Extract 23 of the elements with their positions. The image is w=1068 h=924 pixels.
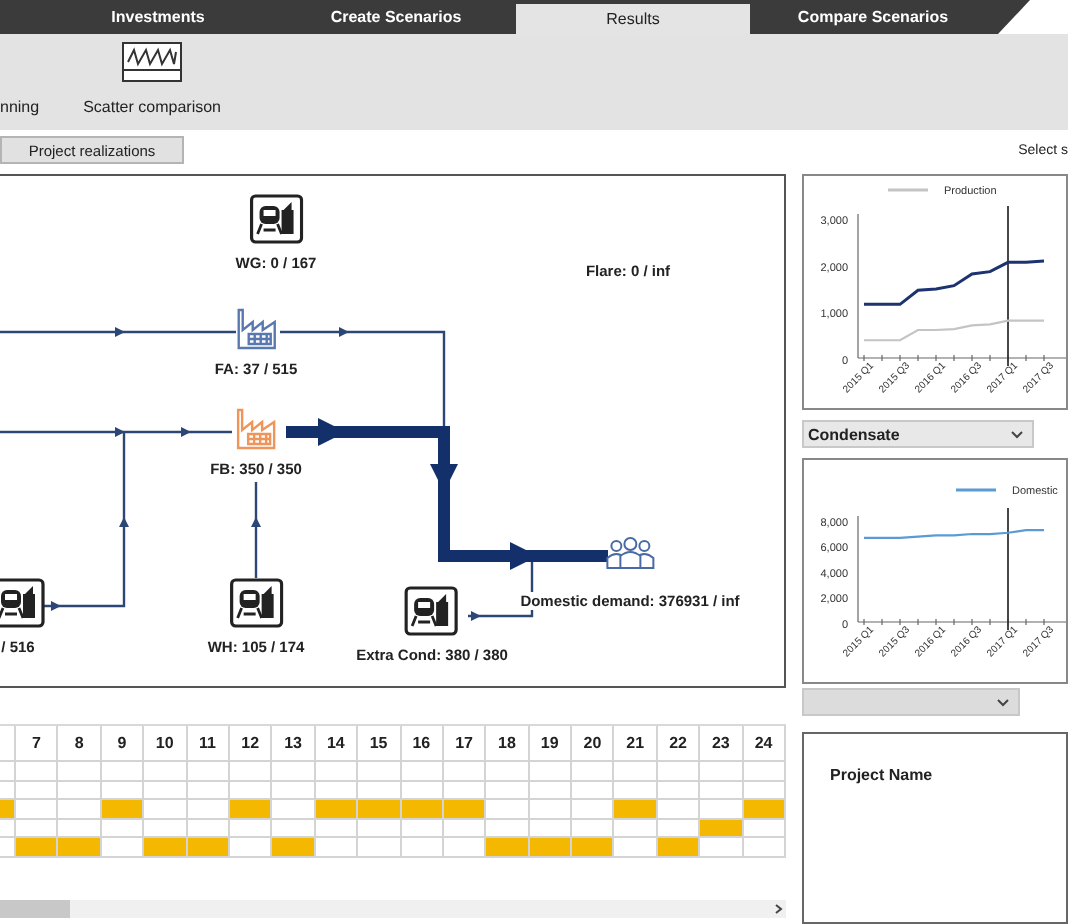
train-icon [405,586,459,636]
product-dropdown[interactable]: Condensate [802,420,1034,448]
chevron-down-icon [996,697,1010,707]
train-icon [249,194,303,244]
chevron-down-icon [1010,429,1024,439]
ribbon-label[interactable]: nning [0,98,40,116]
tab[interactable]: Results [516,4,750,34]
chevron-right-icon [772,903,786,914]
scroll-thumb[interactable] [0,899,70,918]
scrollbar[interactable] [0,899,786,918]
tab[interactable]: Create Scenarios [280,0,512,34]
zigzag-chart-icon [122,42,183,82]
panel-heading: Project Name [830,766,933,784]
train-icon [229,578,283,628]
flow-line [251,482,261,578]
people-icon [604,534,656,570]
dropdown[interactable] [802,688,1020,716]
dropdown-value: Condensate [808,425,900,443]
cursor-line [1007,507,1009,631]
y-axis [820,515,859,632]
ribbon-label[interactable]: Scatter comparison [83,98,221,116]
tab[interactable]: Investments [40,0,276,34]
tab[interactable]: Compare Scenarios [754,0,992,34]
